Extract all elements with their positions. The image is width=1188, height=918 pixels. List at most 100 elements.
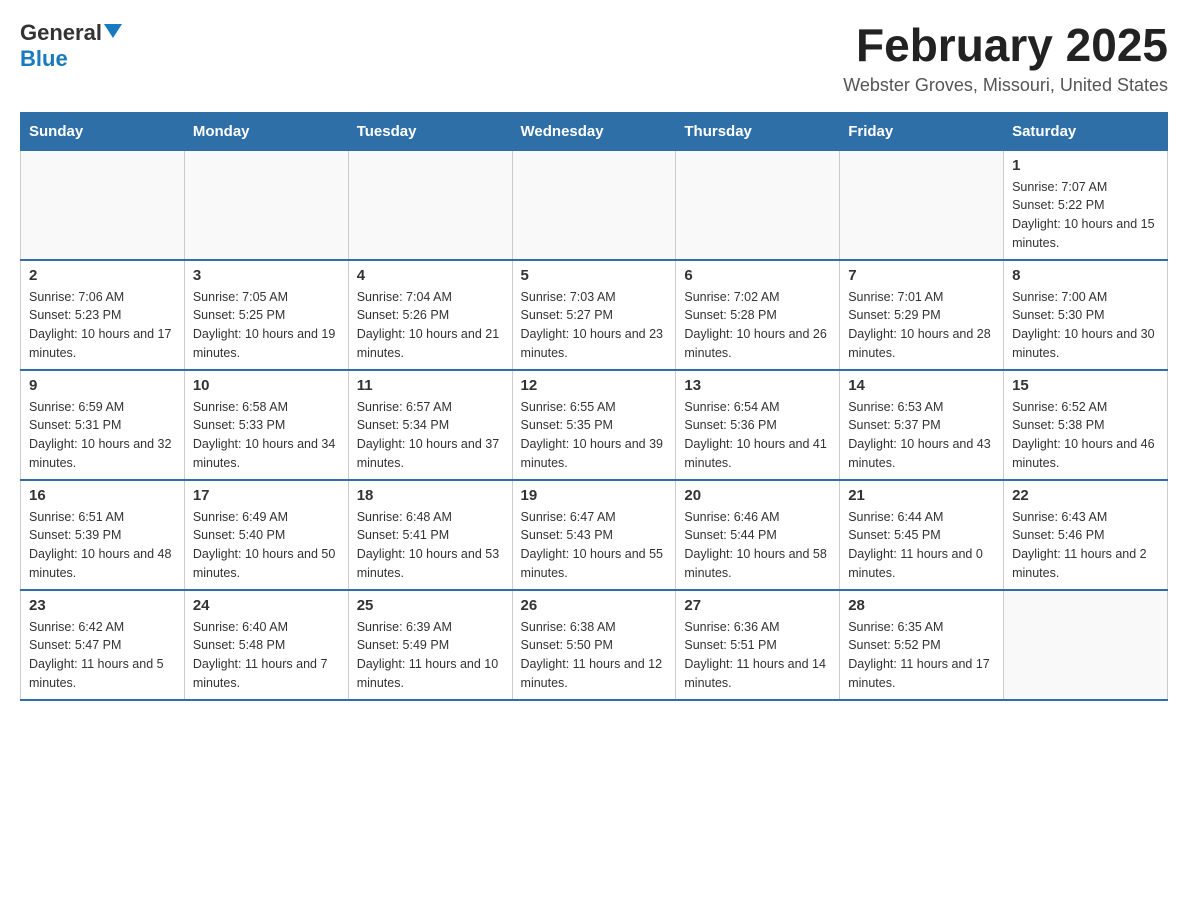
day-number: 16 [29, 487, 176, 504]
day-number: 11 [357, 377, 504, 394]
calendar-cell-w3-d2: 11 Sunrise: 6:57 AMSunset: 5:34 PMDayligh… [348, 370, 512, 480]
day-info: Sunrise: 6:49 AMSunset: 5:40 PMDaylight:… [193, 508, 340, 583]
day-info: Sunrise: 6:58 AMSunset: 5:33 PMDaylight:… [193, 398, 340, 473]
calendar-header-row: Sunday Monday Tuesday Wednesday Thursday… [21, 112, 1168, 150]
day-info: Sunrise: 6:55 AMSunset: 5:35 PMDaylight:… [521, 398, 668, 473]
calendar-cell-w1-d1 [184, 150, 348, 260]
day-number: 12 [521, 377, 668, 394]
day-info: Sunrise: 6:43 AMSunset: 5:46 PMDaylight:… [1012, 508, 1159, 583]
day-number: 25 [357, 597, 504, 614]
day-number: 2 [29, 267, 176, 284]
day-number: 23 [29, 597, 176, 614]
col-monday: Monday [184, 112, 348, 150]
day-number: 18 [357, 487, 504, 504]
day-info: Sunrise: 7:04 AMSunset: 5:26 PMDaylight:… [357, 288, 504, 363]
logo: General Blue [20, 20, 124, 72]
day-number: 20 [684, 487, 831, 504]
calendar-cell-w5-d1: 24 Sunrise: 6:40 AMSunset: 5:48 PMDayligh… [184, 590, 348, 700]
calendar-cell-w4-d6: 22 Sunrise: 6:43 AMSunset: 5:46 PMDayligh… [1004, 480, 1168, 590]
calendar-cell-w2-d3: 5 Sunrise: 7:03 AMSunset: 5:27 PMDaylight… [512, 260, 676, 370]
day-number: 14 [848, 377, 995, 394]
day-info: Sunrise: 6:44 AMSunset: 5:45 PMDaylight:… [848, 508, 995, 583]
calendar-cell-w5-d4: 27 Sunrise: 6:36 AMSunset: 5:51 PMDayligh… [676, 590, 840, 700]
calendar-cell-w1-d2 [348, 150, 512, 260]
calendar-cell-w1-d4 [676, 150, 840, 260]
calendar-cell-w4-d4: 20 Sunrise: 6:46 AMSunset: 5:44 PMDayligh… [676, 480, 840, 590]
day-info: Sunrise: 6:38 AMSunset: 5:50 PMDaylight:… [521, 618, 668, 693]
day-info: Sunrise: 7:05 AMSunset: 5:25 PMDaylight:… [193, 288, 340, 363]
calendar-cell-w2-d2: 4 Sunrise: 7:04 AMSunset: 5:26 PMDaylight… [348, 260, 512, 370]
day-info: Sunrise: 6:54 AMSunset: 5:36 PMDaylight:… [684, 398, 831, 473]
calendar-cell-w3-d5: 14 Sunrise: 6:53 AMSunset: 5:37 PMDayligh… [840, 370, 1004, 480]
calendar-cell-w3-d0: 9 Sunrise: 6:59 AMSunset: 5:31 PMDaylight… [21, 370, 185, 480]
calendar-table: Sunday Monday Tuesday Wednesday Thursday… [20, 112, 1168, 701]
day-info: Sunrise: 6:51 AMSunset: 5:39 PMDaylight:… [29, 508, 176, 583]
calendar-cell-w4-d2: 18 Sunrise: 6:48 AMSunset: 5:41 PMDayligh… [348, 480, 512, 590]
day-number: 26 [521, 597, 668, 614]
day-info: Sunrise: 6:46 AMSunset: 5:44 PMDaylight:… [684, 508, 831, 583]
calendar-cell-w2-d4: 6 Sunrise: 7:02 AMSunset: 5:28 PMDaylight… [676, 260, 840, 370]
day-number: 9 [29, 377, 176, 394]
col-saturday: Saturday [1004, 112, 1168, 150]
calendar-cell-w1-d3 [512, 150, 676, 260]
logo-blue-text: Blue [20, 46, 68, 71]
day-number: 4 [357, 267, 504, 284]
calendar-cell-w1-d0 [21, 150, 185, 260]
day-info: Sunrise: 6:59 AMSunset: 5:31 PMDaylight:… [29, 398, 176, 473]
calendar-cell-w3-d1: 10Sunrise: 6:58 AMSunset: 5:33 PMDayligh… [184, 370, 348, 480]
day-info: Sunrise: 6:53 AMSunset: 5:37 PMDaylight:… [848, 398, 995, 473]
calendar-cell-w5-d3: 26 Sunrise: 6:38 AMSunset: 5:50 PMDayligh… [512, 590, 676, 700]
day-number: 13 [684, 377, 831, 394]
col-sunday: Sunday [21, 112, 185, 150]
day-info: Sunrise: 7:02 AMSunset: 5:28 PMDaylight:… [684, 288, 831, 363]
calendar-cell-w1-d5 [840, 150, 1004, 260]
calendar-cell-w1-d6: 1Sunrise: 7:07 AMSunset: 5:22 PMDaylight… [1004, 150, 1168, 260]
day-number: 5 [521, 267, 668, 284]
day-info: Sunrise: 6:42 AMSunset: 5:47 PMDaylight:… [29, 618, 176, 693]
day-number: 7 [848, 267, 995, 284]
day-number: 19 [521, 487, 668, 504]
col-friday: Friday [840, 112, 1004, 150]
calendar-cell-w5-d5: 28Sunrise: 6:35 AMSunset: 5:52 PMDayligh… [840, 590, 1004, 700]
logo-general-text: General [20, 20, 102, 46]
calendar-cell-w4-d5: 21 Sunrise: 6:44 AMSunset: 5:45 PMDayligh… [840, 480, 1004, 590]
day-info: Sunrise: 7:01 AMSunset: 5:29 PMDaylight:… [848, 288, 995, 363]
day-info: Sunrise: 6:40 AMSunset: 5:48 PMDaylight:… [193, 618, 340, 693]
logo-triangle-icon [104, 24, 122, 38]
calendar-cell-w3-d3: 12 Sunrise: 6:55 AMSunset: 5:35 PMDayligh… [512, 370, 676, 480]
day-info: Sunrise: 7:03 AMSunset: 5:27 PMDaylight:… [521, 288, 668, 363]
calendar-cell-w2-d5: 7 Sunrise: 7:01 AMSunset: 5:29 PMDaylight… [840, 260, 1004, 370]
calendar-cell-w2-d6: 8Sunrise: 7:00 AMSunset: 5:30 PMDaylight… [1004, 260, 1168, 370]
calendar-cell-w5-d0: 23 Sunrise: 6:42 AMSunset: 5:47 PMDayligh… [21, 590, 185, 700]
day-info: Sunrise: 7:06 AMSunset: 5:23 PMDaylight:… [29, 288, 176, 363]
day-info: Sunrise: 6:39 AMSunset: 5:49 PMDaylight:… [357, 618, 504, 693]
calendar-cell-w3-d6: 15 Sunrise: 6:52 AMSunset: 5:38 PMDayligh… [1004, 370, 1168, 480]
day-info: Sunrise: 6:48 AMSunset: 5:41 PMDaylight:… [357, 508, 504, 583]
calendar-week-1: 1Sunrise: 7:07 AMSunset: 5:22 PMDaylight… [21, 150, 1168, 260]
day-number: 28 [848, 597, 995, 614]
day-number: 22 [1012, 487, 1159, 504]
col-tuesday: Tuesday [348, 112, 512, 150]
calendar-week-2: 2 Sunrise: 7:06 AMSunset: 5:23 PMDaylight… [21, 260, 1168, 370]
location-subtitle: Webster Groves, Missouri, United States [843, 75, 1168, 96]
day-number: 21 [848, 487, 995, 504]
day-number: 27 [684, 597, 831, 614]
calendar-cell-w2-d0: 2 Sunrise: 7:06 AMSunset: 5:23 PMDaylight… [21, 260, 185, 370]
day-number: 6 [684, 267, 831, 284]
calendar-week-3: 9 Sunrise: 6:59 AMSunset: 5:31 PMDaylight… [21, 370, 1168, 480]
day-info: Sunrise: 6:52 AMSunset: 5:38 PMDaylight:… [1012, 398, 1159, 473]
page-header: General Blue February 2025 Webster Grove… [20, 20, 1168, 96]
day-number: 17 [193, 487, 340, 504]
calendar-cell-w5-d2: 25 Sunrise: 6:39 AMSunset: 5:49 PMDayligh… [348, 590, 512, 700]
calendar-cell-w4-d1: 17 Sunrise: 6:49 AMSunset: 5:40 PMDayligh… [184, 480, 348, 590]
day-info: Sunrise: 7:07 AMSunset: 5:22 PMDaylight:… [1012, 178, 1159, 253]
day-number: 15 [1012, 377, 1159, 394]
day-info: Sunrise: 6:57 AMSunset: 5:34 PMDaylight:… [357, 398, 504, 473]
day-info: Sunrise: 6:36 AMSunset: 5:51 PMDaylight:… [684, 618, 831, 693]
day-number: 8 [1012, 267, 1159, 284]
calendar-cell-w2-d1: 3Sunrise: 7:05 AMSunset: 5:25 PMDaylight… [184, 260, 348, 370]
day-number: 24 [193, 597, 340, 614]
calendar-cell-w5-d6 [1004, 590, 1168, 700]
day-info: Sunrise: 6:47 AMSunset: 5:43 PMDaylight:… [521, 508, 668, 583]
calendar-week-4: 16 Sunrise: 6:51 AMSunset: 5:39 PMDayligh… [21, 480, 1168, 590]
